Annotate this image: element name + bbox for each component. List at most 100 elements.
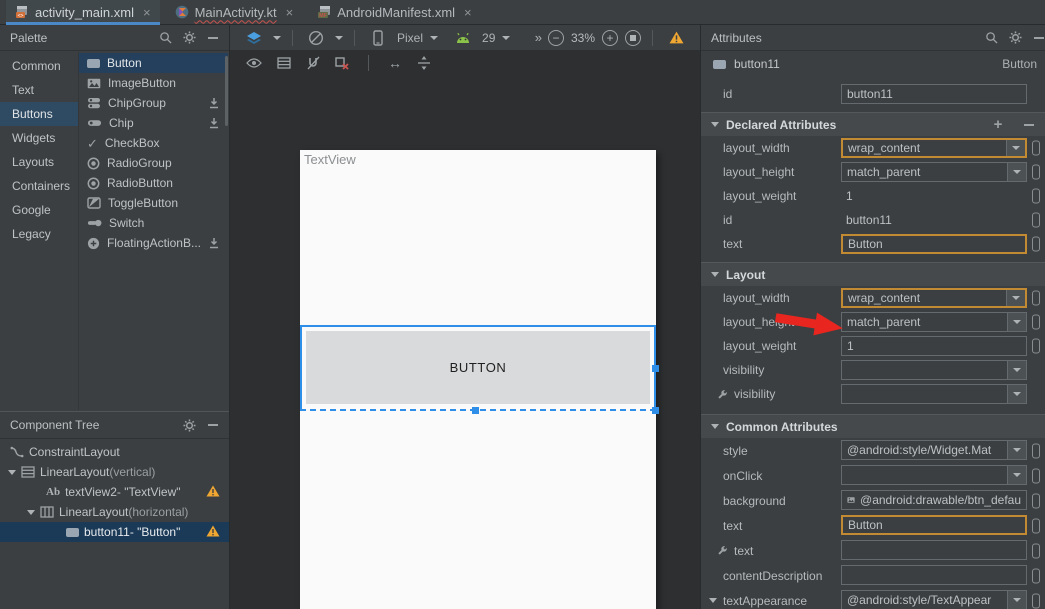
- category-layouts[interactable]: Layouts: [0, 150, 78, 174]
- chevron-down-icon[interactable]: [502, 36, 510, 40]
- tools-attribute-toggle[interactable]: [1032, 141, 1040, 156]
- hide-panel-icon[interactable]: [1027, 28, 1045, 48]
- infer-constraints-icon[interactable]: ↔: [388, 55, 402, 71]
- overflow-chevrons-icon[interactable]: »: [535, 30, 541, 45]
- tree-node-textview2[interactable]: Ab textView2- "TextView": [0, 482, 229, 502]
- chevron-down-icon[interactable]: [273, 36, 281, 40]
- download-icon[interactable]: [208, 117, 220, 129]
- download-icon[interactable]: [208, 237, 220, 249]
- category-google[interactable]: Google: [0, 198, 78, 222]
- autoconnect-off-icon[interactable]: [306, 56, 320, 70]
- chevron-down-icon[interactable]: [1007, 441, 1026, 459]
- palette-item-checkbox[interactable]: ✓ CheckBox: [79, 133, 228, 153]
- search-icon[interactable]: [153, 28, 177, 48]
- category-text[interactable]: Text: [0, 78, 78, 102]
- palette-item-switch[interactable]: Switch: [79, 213, 228, 233]
- textappearance-dropdown[interactable]: @android:style/TextAppear: [841, 590, 1027, 609]
- chevron-down-icon[interactable]: [335, 36, 343, 40]
- zoom-in-button[interactable]: +: [602, 30, 618, 46]
- warning-icon[interactable]: [206, 485, 220, 497]
- tab-androidmanifest-xml[interactable]: AndroidManifest.xml ×: [308, 0, 480, 24]
- contentdescription-input[interactable]: [841, 565, 1027, 585]
- tools-attribute-toggle[interactable]: [1032, 593, 1040, 608]
- tree-node-constraintlayout[interactable]: ConstraintLayout: [0, 442, 229, 462]
- text-input[interactable]: Button: [841, 234, 1027, 254]
- tools-attribute-toggle[interactable]: [1032, 443, 1040, 458]
- expand-icon[interactable]: [709, 598, 717, 603]
- background-input[interactable]: @android:drawable/btn_defau: [841, 490, 1027, 510]
- id-input[interactable]: button11: [841, 84, 1027, 104]
- warning-icon[interactable]: [206, 525, 220, 537]
- tools-attribute-toggle[interactable]: [1032, 189, 1040, 204]
- tools-attribute-toggle[interactable]: [1032, 213, 1040, 228]
- hide-panel-icon[interactable]: [201, 28, 225, 48]
- device-screen-canvas[interactable]: TextView BUTTON: [300, 150, 656, 609]
- selection-rectangle[interactable]: BUTTON: [300, 325, 656, 411]
- tab-close-icon[interactable]: ×: [464, 5, 472, 20]
- attribute-value[interactable]: button11: [846, 213, 892, 227]
- chevron-down-icon[interactable]: [1007, 163, 1026, 181]
- resize-handle-right[interactable]: [652, 365, 659, 372]
- layout-height-dropdown[interactable]: match_parent: [841, 162, 1027, 182]
- tab-mainactivity-kt[interactable]: MainActivity.kt ×: [166, 0, 303, 24]
- visibility-dropdown[interactable]: [841, 360, 1027, 380]
- button-widget[interactable]: BUTTON: [306, 331, 650, 404]
- category-common[interactable]: Common: [0, 54, 78, 78]
- collapse-icon[interactable]: [8, 470, 16, 475]
- category-widgets[interactable]: Widgets: [0, 126, 78, 150]
- tools-attribute-toggle[interactable]: [1032, 518, 1040, 533]
- device-icon[interactable]: [366, 28, 390, 48]
- api-selector[interactable]: 29: [482, 31, 495, 45]
- download-icon[interactable]: [208, 97, 220, 109]
- chevron-down-icon[interactable]: [1006, 140, 1025, 156]
- chevron-down-icon[interactable]: [1006, 290, 1025, 306]
- tab-close-icon[interactable]: ×: [286, 5, 294, 20]
- category-buttons[interactable]: Buttons: [0, 102, 78, 126]
- collapse-icon[interactable]: [711, 122, 719, 127]
- design-mode-icon[interactable]: [242, 28, 266, 48]
- tools-attribute-toggle[interactable]: [1032, 291, 1040, 306]
- palette-item-chipgroup[interactable]: ChipGroup: [79, 93, 228, 113]
- tab-activity-main-xml[interactable]: activity_main.xml ×: [6, 0, 160, 24]
- warnings-errors-icon[interactable]: [664, 28, 688, 48]
- device-selector[interactable]: Pixel: [397, 31, 423, 45]
- palette-item-button[interactable]: Button: [79, 53, 228, 73]
- gear-icon[interactable]: [1003, 28, 1027, 48]
- text-input[interactable]: Button: [841, 515, 1027, 535]
- tab-close-icon[interactable]: ×: [143, 5, 151, 20]
- chevron-down-icon[interactable]: [1007, 591, 1026, 609]
- tools-visibility-dropdown[interactable]: [841, 384, 1027, 404]
- tools-text-input[interactable]: [841, 540, 1027, 560]
- tools-attribute-toggle[interactable]: [1032, 165, 1040, 180]
- resize-handle-corner[interactable]: [652, 407, 659, 414]
- tools-attribute-toggle[interactable]: [1032, 493, 1040, 508]
- section-common-attributes[interactable]: Common Attributes: [701, 414, 1045, 438]
- palette-item-togglebutton[interactable]: ToggleButton: [79, 193, 228, 213]
- tools-attribute-toggle[interactable]: [1032, 468, 1040, 483]
- layout-weight-input[interactable]: 1: [841, 336, 1027, 356]
- textview-widget[interactable]: TextView: [304, 152, 356, 167]
- orientation-icon[interactable]: [304, 28, 328, 48]
- tools-attribute-toggle[interactable]: [1032, 543, 1040, 558]
- tools-attribute-toggle[interactable]: [1032, 339, 1040, 354]
- palette-item-imagebutton[interactable]: ImageButton: [79, 73, 228, 93]
- collapse-icon[interactable]: [711, 424, 719, 429]
- tools-attribute-toggle[interactable]: [1032, 568, 1040, 583]
- palette-item-radiogroup[interactable]: RadioGroup: [79, 153, 228, 173]
- chevron-down-icon[interactable]: [1007, 361, 1026, 379]
- collapse-icon[interactable]: [711, 272, 719, 277]
- gear-icon[interactable]: [177, 28, 201, 48]
- gear-icon[interactable]: [177, 415, 201, 435]
- palette-scrollbar[interactable]: [225, 56, 228, 126]
- zoom-to-fit-button[interactable]: [625, 30, 641, 46]
- onclick-dropdown[interactable]: [841, 465, 1027, 485]
- zoom-out-button[interactable]: −: [548, 30, 564, 46]
- tools-attribute-toggle[interactable]: [1032, 237, 1040, 252]
- category-legacy[interactable]: Legacy: [0, 222, 78, 246]
- layout-height-dropdown[interactable]: match_parent: [841, 312, 1027, 332]
- chevron-down-icon[interactable]: [1007, 385, 1026, 403]
- chevron-down-icon[interactable]: [1007, 466, 1026, 484]
- hide-panel-icon[interactable]: [201, 415, 225, 435]
- tree-node-linearlayout-vertical[interactable]: LinearLayout(vertical): [0, 462, 229, 482]
- section-declared-attributes[interactable]: Declared Attributes +: [701, 112, 1045, 136]
